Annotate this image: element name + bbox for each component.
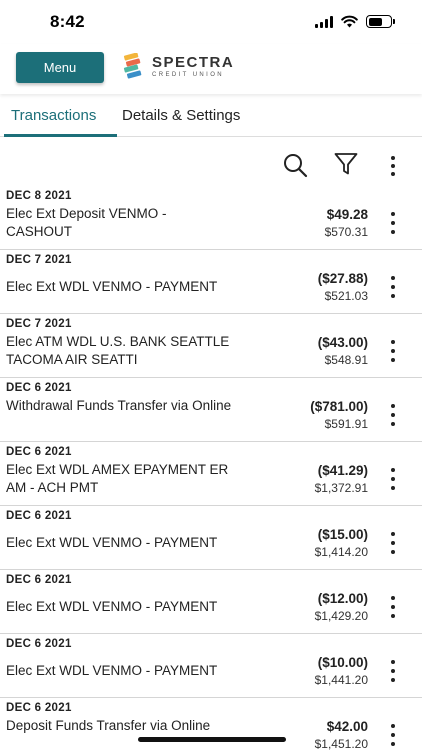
logo-subtitle: CREDIT UNION: [152, 71, 225, 78]
spectra-logo-mark-icon: [123, 53, 142, 79]
more-vertical-icon[interactable]: [386, 404, 400, 426]
transaction-date: DEC 6 2021: [6, 574, 72, 586]
more-vertical-icon[interactable]: [386, 468, 400, 490]
transaction-balance: $1,372.91: [314, 481, 368, 495]
wifi-icon: [341, 15, 358, 28]
transaction-row[interactable]: DEC 7 2021 Elec ATM WDL U.S. BANK SEATTL…: [0, 314, 422, 378]
tab-transactions[interactable]: Transactions: [11, 107, 96, 124]
transaction-date: DEC 6 2021: [6, 638, 72, 650]
transaction-row[interactable]: DEC 6 2021 Elec Ext WDL VENMO - PAYMENT …: [0, 570, 422, 634]
transaction-description: Elec Ext WDL VENMO - PAYMENT: [6, 535, 218, 550]
transaction-date: DEC 6 2021: [6, 510, 72, 522]
status-icons: [315, 15, 395, 28]
transaction-date: DEC 6 2021: [6, 382, 72, 394]
transaction-row[interactable]: DEC 8 2021 Elec Ext Deposit VENMO - CASH…: [0, 186, 422, 250]
transaction-amount: $42.00: [326, 719, 368, 734]
transaction-description: Deposit Funds Transfer via Online: [6, 718, 211, 733]
transaction-amount: $49.28: [326, 207, 368, 222]
transaction-balance: $570.31: [324, 225, 368, 239]
transaction-balance: $1,441.20: [314, 673, 368, 687]
app-header: Menu SPECTRA CREDIT UNION: [0, 44, 422, 94]
transaction-date: DEC 7 2021: [6, 318, 72, 330]
toolbar: [0, 148, 422, 184]
filter-icon[interactable]: [334, 152, 358, 176]
spectra-logo: SPECTRA CREDIT UNION: [122, 53, 234, 79]
transaction-description: Elec Ext WDL AMEX EPAYMENT ER AM - ACH P…: [6, 462, 229, 495]
transaction-amount: ($781.00): [310, 399, 368, 414]
transaction-amount: ($15.00): [317, 527, 368, 542]
status-time: 8:42: [50, 12, 85, 31]
transaction-row[interactable]: DEC 6 2021 Deposit Funds Transfer via On…: [0, 698, 422, 750]
logo-name: SPECTRA: [152, 53, 235, 71]
transaction-date: DEC 6 2021: [6, 702, 72, 714]
transaction-description: Elec Ext WDL VENMO - PAYMENT: [6, 279, 218, 294]
more-vertical-icon[interactable]: [386, 596, 400, 618]
transaction-row[interactable]: DEC 6 2021 Elec Ext WDL VENMO - PAYMENT …: [0, 506, 422, 570]
transaction-balance: $1,451.20: [314, 737, 368, 750]
transaction-amount: ($12.00): [317, 591, 368, 606]
tab-details-settings[interactable]: Details & Settings: [122, 107, 240, 124]
more-vertical-icon[interactable]: [386, 724, 400, 746]
transaction-amount: ($41.29): [317, 463, 368, 478]
more-vertical-icon[interactable]: [386, 660, 400, 682]
transaction-amount: ($27.88): [317, 271, 368, 286]
transaction-date: DEC 8 2021: [6, 190, 72, 202]
transaction-date: DEC 7 2021: [6, 254, 72, 266]
toolbar-more-icon[interactable]: [386, 156, 400, 176]
search-icon[interactable]: [282, 152, 308, 178]
active-tab-indicator: [4, 134, 117, 137]
transaction-description: Elec Ext WDL VENMO - PAYMENT: [6, 599, 218, 614]
transaction-row[interactable]: DEC 6 2021 Elec Ext WDL AMEX EPAYMENT ER…: [0, 442, 422, 506]
transaction-row[interactable]: DEC 7 2021 Elec Ext WDL VENMO - PAYMENT …: [0, 250, 422, 314]
menu-button[interactable]: Menu: [16, 52, 104, 83]
transaction-balance: $1,429.20: [314, 609, 368, 623]
transaction-balance: $1,414.20: [314, 545, 368, 559]
transaction-row[interactable]: DEC 6 2021 Elec Ext WDL VENMO - PAYMENT …: [0, 634, 422, 698]
battery-icon: [366, 15, 395, 28]
tab-bar: Transactions Details & Settings: [0, 94, 422, 137]
home-indicator: [138, 737, 286, 742]
transaction-description: Elec Ext WDL VENMO - PAYMENT: [6, 663, 218, 678]
more-vertical-icon[interactable]: [386, 340, 400, 362]
transaction-description: Elec Ext Deposit VENMO - CASHOUT: [6, 206, 167, 239]
more-vertical-icon[interactable]: [386, 212, 400, 234]
transaction-description: Withdrawal Funds Transfer via Online: [6, 398, 232, 413]
transaction-balance: $548.91: [324, 353, 368, 367]
more-vertical-icon[interactable]: [386, 532, 400, 554]
transaction-balance: $591.91: [324, 417, 368, 431]
cellular-signal-icon: [315, 15, 333, 28]
transaction-amount: ($43.00): [317, 335, 368, 350]
transaction-date: DEC 6 2021: [6, 446, 72, 458]
transaction-balance: $521.03: [324, 289, 368, 303]
transaction-description: Elec ATM WDL U.S. BANK SEATTLE TACOMA AI…: [6, 334, 230, 367]
more-vertical-icon[interactable]: [386, 276, 400, 298]
transaction-row[interactable]: DEC 6 2021 Withdrawal Funds Transfer via…: [0, 378, 422, 442]
status-bar: 8:42: [0, 0, 422, 44]
transaction-list: DEC 8 2021 Elec Ext Deposit VENMO - CASH…: [0, 186, 422, 750]
transaction-amount: ($10.00): [317, 655, 368, 670]
